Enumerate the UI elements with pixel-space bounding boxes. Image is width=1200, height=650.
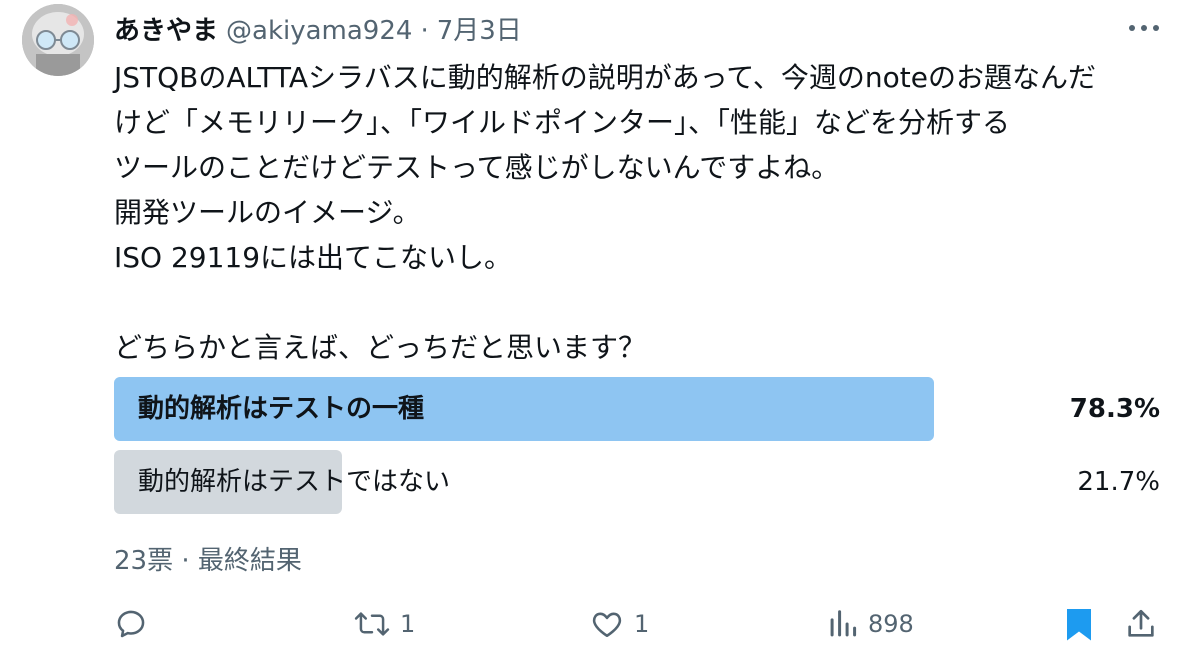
avatar[interactable]	[22, 4, 94, 76]
retweet-count: 1	[400, 610, 416, 638]
like-button[interactable]: 1	[590, 600, 649, 648]
tweet-text-line: ツールのことだけどテストって感じがしないんですよね。	[114, 151, 840, 184]
tweet-text: JSTQBのALTTAシラバスに動的解析の説明があって、今週のnoteのお題なん…	[114, 55, 1164, 370]
poll-option-percent: 78.3%	[1069, 394, 1160, 424]
more-options-button[interactable]	[1126, 18, 1162, 38]
tweet-text-line: けど「メモリリーク」、「ワイルドポインター」、「性能」などを分析する	[114, 106, 1011, 139]
share-button[interactable]	[1124, 600, 1158, 648]
heart-icon	[592, 612, 622, 638]
bookmark-icon	[1067, 609, 1091, 641]
reply-icon	[117, 610, 145, 638]
poll-option-percent: 21.7%	[1077, 467, 1160, 497]
poll-option-label: 動的解析はテストの一種	[138, 394, 425, 424]
poll-option-label: 動的解析はテストではない	[138, 467, 451, 497]
views-button[interactable]: 898	[828, 600, 914, 648]
tweet-text-line: JSTQBのALTTAシラバスに動的解析の説明があって、今週のnoteのお題なん…	[114, 61, 1096, 94]
views-icon	[830, 610, 857, 637]
retweet-button[interactable]: 1	[354, 600, 415, 648]
retweet-icon	[354, 612, 390, 636]
poll-status: 最終結果	[197, 546, 302, 576]
avatar-image	[22, 4, 94, 76]
poll-meta-separator: ·	[181, 546, 190, 576]
like-count: 1	[634, 610, 650, 638]
more-dots-icon	[1129, 25, 1159, 31]
tweet-header: あきやま @akiyama924 · 7月3日	[114, 10, 522, 47]
tweet-text-line: 開発ツールのイメージ。	[114, 196, 421, 229]
bookmark-button[interactable]	[1064, 600, 1094, 648]
poll: 動的解析はテストの一種 78.3% 動的解析はテストではない 21.7%	[114, 377, 1162, 523]
reply-button[interactable]	[114, 600, 158, 648]
tweet: あきやま @akiyama924 · 7月3日 JSTQBのALTTAシラバスに…	[0, 0, 1200, 650]
poll-option-1: 動的解析はテストの一種 78.3%	[114, 377, 1162, 441]
poll-option-2: 動的解析はテストではない 21.7%	[114, 450, 1162, 514]
tweet-text-line: どちらかと言えば、どっちだと思います？	[114, 331, 647, 364]
action-bar: 1 1 898	[0, 600, 1200, 648]
poll-vote-count: 23票	[114, 546, 174, 576]
views-count: 898	[868, 610, 914, 638]
user-handle[interactable]: @akiyama924	[226, 16, 412, 46]
tweet-text-line: ISO 29119には出てこないし。	[114, 241, 513, 274]
header-separator: ·	[420, 16, 429, 46]
share-icon	[1128, 609, 1154, 637]
display-name[interactable]: あきやま	[114, 10, 218, 47]
poll-meta: 23票 · 最終結果	[114, 540, 302, 577]
tweet-date[interactable]: 7月3日	[437, 10, 522, 47]
